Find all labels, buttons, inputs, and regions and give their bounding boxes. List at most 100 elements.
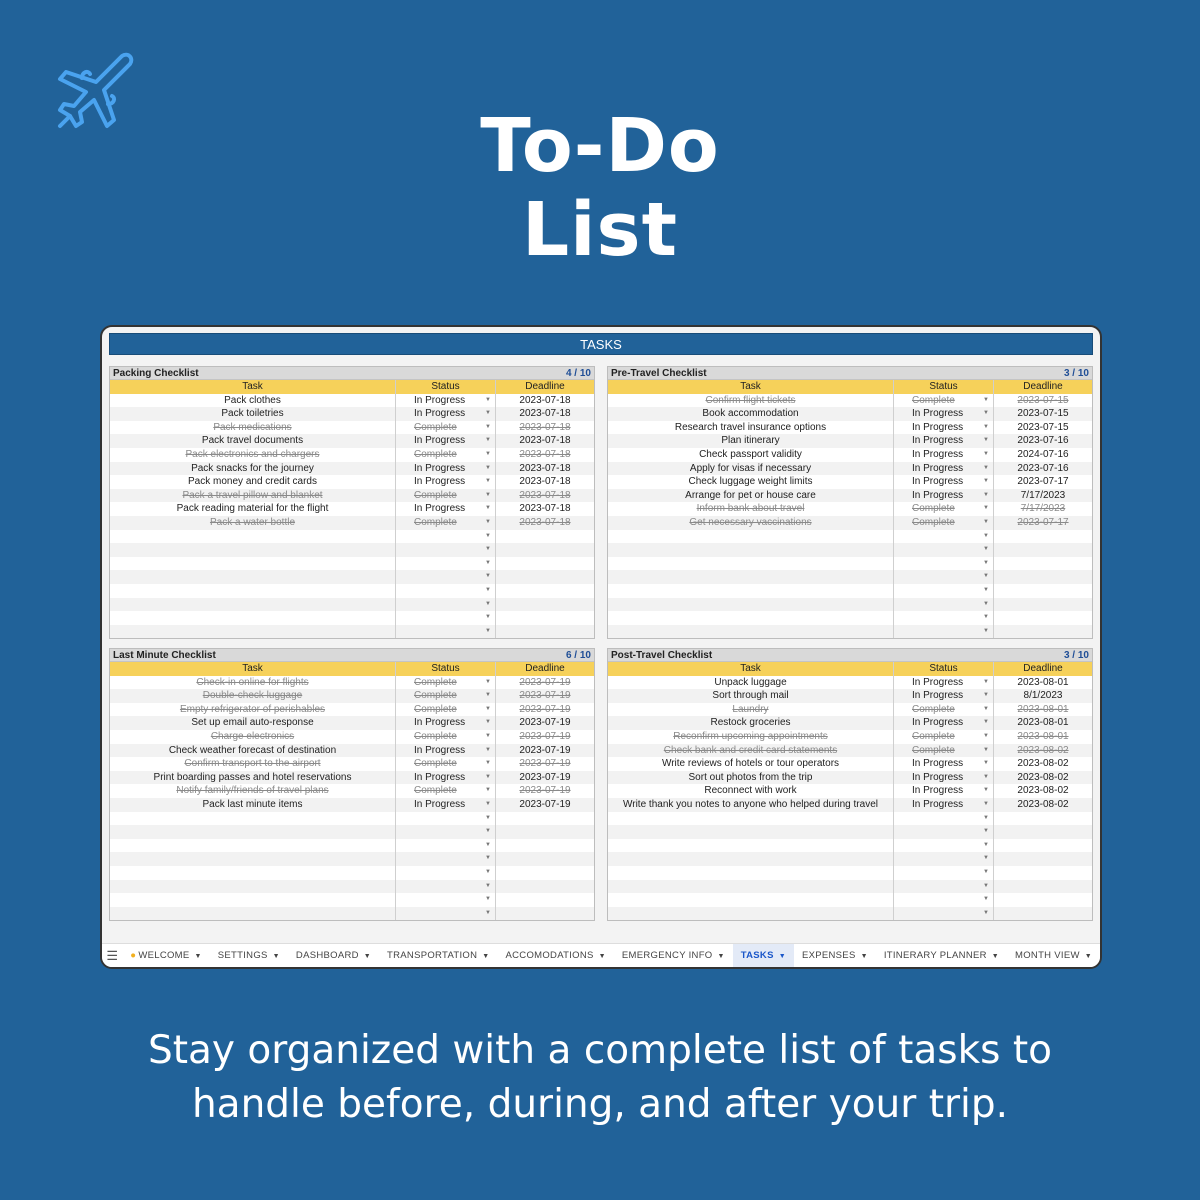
deadline-cell[interactable]: 7/17/2023 (994, 502, 1092, 516)
status-dropdown[interactable]: ▼ (396, 838, 496, 853)
status-dropdown[interactable]: ▼ (894, 906, 994, 921)
task-cell[interactable]: Plan itinerary (608, 434, 894, 448)
status-dropdown[interactable]: Complete ▼ (396, 784, 496, 798)
dropdown-arrow-icon[interactable]: ▼ (485, 716, 491, 730)
deadline-cell[interactable] (496, 584, 594, 598)
task-cell[interactable] (608, 583, 894, 598)
dropdown-arrow-icon[interactable]: ▼ (983, 489, 989, 503)
status-dropdown[interactable]: ▼ (396, 624, 496, 639)
deadline-cell[interactable] (496, 880, 594, 894)
tab-dropdown-icon[interactable]: ▼ (599, 953, 606, 960)
task-cell[interactable] (110, 906, 396, 921)
task-cell[interactable] (110, 624, 396, 639)
deadline-cell[interactable]: 2023-07-18 (496, 448, 594, 462)
dropdown-arrow-icon[interactable]: ▼ (485, 625, 491, 639)
status-dropdown[interactable]: ▼ (894, 597, 994, 612)
deadline-cell[interactable]: 2023-07-19 (496, 744, 594, 758)
status-dropdown[interactable]: ▼ (894, 570, 994, 584)
status-dropdown[interactable]: In Progress ▼ (894, 797, 994, 812)
task-cell[interactable]: Confirm flight tickets (608, 393, 894, 408)
deadline-cell[interactable] (496, 812, 594, 826)
dropdown-arrow-icon[interactable]: ▼ (983, 744, 989, 758)
task-cell[interactable] (110, 811, 396, 826)
tab-emergency-info[interactable]: EMERGENCY INFO ▼ (614, 944, 733, 968)
status-dropdown[interactable]: In Progress ▼ (396, 461, 496, 476)
deadline-cell[interactable] (994, 907, 1092, 921)
dropdown-arrow-icon[interactable]: ▼ (485, 880, 491, 894)
status-dropdown[interactable]: ▼ (396, 811, 496, 826)
task-cell[interactable] (110, 543, 396, 557)
dropdown-arrow-icon[interactable]: ▼ (485, 611, 491, 625)
task-cell[interactable]: Double-check luggage (110, 689, 396, 703)
task-cell[interactable] (608, 611, 894, 625)
tab-dropdown-icon[interactable]: ▼ (1085, 953, 1092, 960)
dropdown-arrow-icon[interactable]: ▼ (983, 570, 989, 584)
deadline-cell[interactable]: 2023-08-02 (994, 757, 1092, 771)
task-cell[interactable] (110, 570, 396, 584)
status-dropdown[interactable]: In Progress ▼ (894, 447, 994, 462)
deadline-cell[interactable]: 2023-08-01 (994, 676, 1092, 690)
tab-dropdown-icon[interactable]: ▼ (273, 953, 280, 960)
task-cell[interactable] (608, 865, 894, 880)
task-cell[interactable]: Pack snacks for the journey (110, 461, 396, 476)
status-dropdown[interactable]: ▼ (894, 852, 994, 866)
task-cell[interactable] (608, 838, 894, 853)
deadline-cell[interactable] (994, 530, 1092, 544)
status-dropdown[interactable]: ▼ (396, 852, 496, 866)
status-dropdown[interactable]: ▼ (396, 556, 496, 571)
task-cell[interactable] (608, 529, 894, 544)
deadline-cell[interactable] (496, 570, 594, 584)
task-cell[interactable] (608, 879, 894, 894)
status-dropdown[interactable]: In Progress ▼ (894, 675, 994, 690)
status-dropdown[interactable]: ▼ (894, 611, 994, 625)
tab-dropdown-icon[interactable]: ▼ (482, 953, 489, 960)
dropdown-arrow-icon[interactable]: ▼ (485, 730, 491, 744)
deadline-cell[interactable] (496, 825, 594, 839)
tab-dropdown-icon[interactable]: ▼ (779, 953, 786, 960)
dropdown-arrow-icon[interactable]: ▼ (983, 394, 989, 408)
task-cell[interactable]: Write reviews of hotels or tour operator… (608, 757, 894, 771)
dropdown-arrow-icon[interactable]: ▼ (983, 812, 989, 826)
deadline-cell[interactable] (496, 530, 594, 544)
dropdown-arrow-icon[interactable]: ▼ (983, 703, 989, 717)
dropdown-arrow-icon[interactable]: ▼ (485, 907, 491, 921)
task-cell[interactable]: Research travel insurance options (608, 420, 894, 435)
status-dropdown[interactable]: Complete ▼ (396, 675, 496, 690)
status-dropdown[interactable]: ▼ (396, 611, 496, 625)
deadline-cell[interactable]: 2023-07-19 (496, 771, 594, 785)
status-dropdown[interactable]: Complete ▼ (396, 447, 496, 462)
dropdown-arrow-icon[interactable]: ▼ (485, 825, 491, 839)
tab-dropdown-icon[interactable]: ▼ (718, 953, 725, 960)
status-dropdown[interactable]: In Progress ▼ (894, 784, 994, 798)
status-dropdown[interactable]: In Progress ▼ (396, 407, 496, 421)
task-cell[interactable]: Pack clothes (110, 393, 396, 408)
deadline-cell[interactable]: 2023-08-02 (994, 784, 1092, 798)
task-cell[interactable]: Pack a water bottle (110, 515, 396, 530)
status-dropdown[interactable]: Complete ▼ (894, 729, 994, 744)
tab-itinerary-planner[interactable]: ITINERARY PLANNER ▼ (876, 944, 1007, 968)
dropdown-arrow-icon[interactable]: ▼ (983, 598, 989, 612)
deadline-cell[interactable]: 8/1/2023 (994, 689, 1092, 703)
dropdown-arrow-icon[interactable]: ▼ (983, 676, 989, 690)
dropdown-arrow-icon[interactable]: ▼ (485, 744, 491, 758)
task-cell[interactable] (110, 852, 396, 866)
task-cell[interactable] (608, 825, 894, 839)
task-cell[interactable]: Notify family/friends of travel plans (110, 784, 396, 798)
task-cell[interactable] (608, 597, 894, 612)
deadline-cell[interactable]: 2023-07-18 (496, 475, 594, 489)
task-cell[interactable]: Confirm transport to the airport (110, 757, 396, 771)
dropdown-arrow-icon[interactable]: ▼ (983, 421, 989, 435)
dropdown-arrow-icon[interactable]: ▼ (983, 611, 989, 625)
dropdown-arrow-icon[interactable]: ▼ (485, 448, 491, 462)
deadline-cell[interactable] (994, 625, 1092, 639)
task-cell[interactable] (608, 543, 894, 557)
deadline-cell[interactable]: 2023-07-18 (496, 407, 594, 421)
deadline-cell[interactable] (994, 825, 1092, 839)
task-cell[interactable]: Sort through mail (608, 689, 894, 703)
task-cell[interactable] (110, 825, 396, 839)
tab-dropdown-icon[interactable]: ▼ (861, 953, 868, 960)
tab-welcome[interactable]: ● WELCOME ▼ (122, 944, 209, 968)
deadline-cell[interactable]: 2024-07-16 (994, 448, 1092, 462)
dropdown-arrow-icon[interactable]: ▼ (983, 866, 989, 880)
task-cell[interactable]: Pack last minute items (110, 797, 396, 812)
